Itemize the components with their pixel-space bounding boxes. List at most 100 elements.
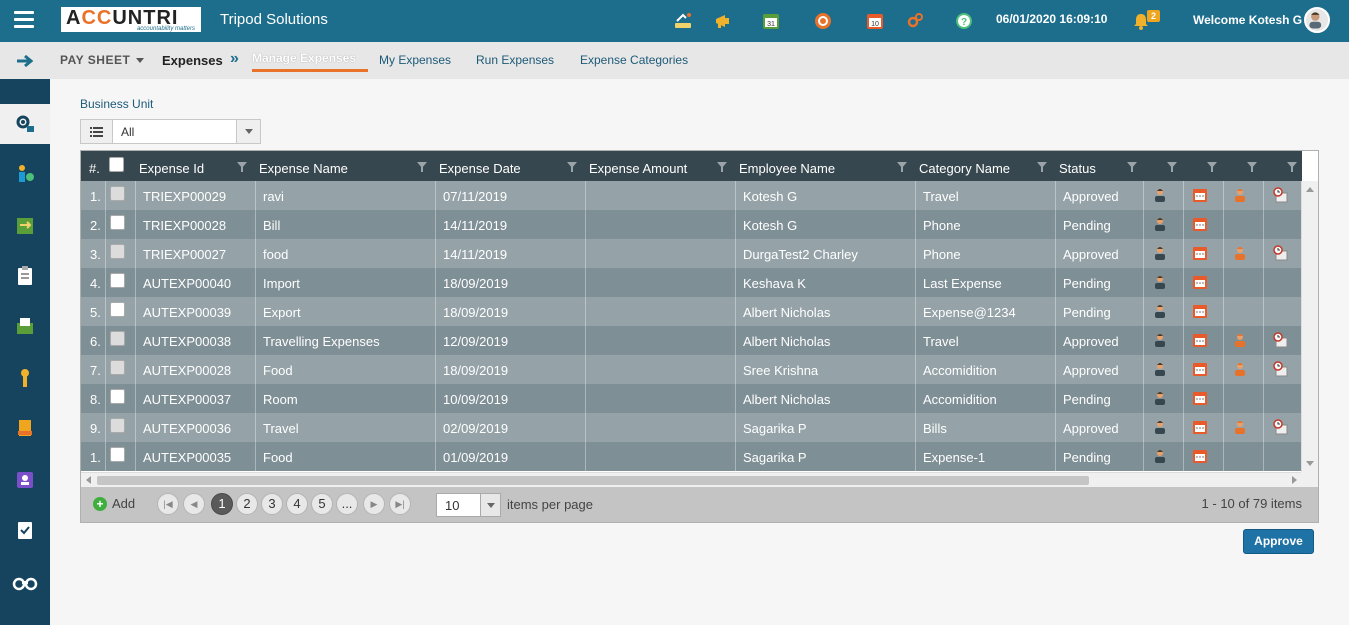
target-icon[interactable] bbox=[812, 10, 834, 32]
row-checkbox[interactable] bbox=[110, 447, 125, 462]
hamburger-menu-icon[interactable] bbox=[14, 11, 34, 29]
page-button-3[interactable]: 3 bbox=[261, 493, 283, 515]
horizontal-scrollbar[interactable] bbox=[81, 472, 1302, 487]
sidebar-item-employee[interactable] bbox=[0, 460, 50, 500]
sidebar-item-search[interactable] bbox=[0, 562, 50, 602]
table-row[interactable]: 9. AUTEXP00036 Travel 02/09/2019 Sagarika PB… bbox=[81, 413, 1302, 442]
announcement-icon[interactable] bbox=[712, 10, 734, 32]
filter-icon[interactable] bbox=[237, 162, 247, 172]
employee-view-icon[interactable] bbox=[1152, 332, 1168, 348]
next-page-button[interactable]: ▶ bbox=[363, 493, 385, 515]
employee-view-icon[interactable] bbox=[1152, 187, 1168, 203]
sidebar-item-clipboard[interactable] bbox=[0, 256, 50, 296]
calendar-icon[interactable] bbox=[1192, 448, 1208, 464]
row-checkbox[interactable] bbox=[110, 418, 125, 433]
row-checkbox[interactable] bbox=[110, 360, 125, 375]
table-row[interactable]: 4. AUTEXP00040 Import 18/09/2019 Keshava K La… bbox=[81, 268, 1302, 297]
calendar-icon[interactable] bbox=[1192, 390, 1208, 406]
employee-view-icon[interactable] bbox=[1152, 419, 1168, 435]
calendar-icon[interactable] bbox=[1192, 274, 1208, 290]
sidebar-item-settings[interactable] bbox=[0, 104, 50, 144]
column-header-expense-amount[interactable]: Expense Amount bbox=[589, 151, 687, 181]
calendar-icon[interactable] bbox=[1192, 419, 1208, 435]
employee-view-icon[interactable] bbox=[1152, 361, 1168, 377]
table-row[interactable]: 5. AUTEXP00039 Export 18/09/2019 Albert Nich… bbox=[81, 297, 1302, 326]
column-header-employee-name[interactable]: Employee Name bbox=[739, 151, 835, 181]
column-header-status[interactable]: Status bbox=[1059, 151, 1096, 181]
tasks-icon[interactable] bbox=[672, 10, 694, 32]
filter-icon[interactable] bbox=[1247, 162, 1257, 172]
employee-view-icon[interactable] bbox=[1152, 274, 1168, 290]
tab-manage-expenses[interactable]: Manage Expenses bbox=[252, 51, 356, 65]
first-page-button[interactable]: |◀ bbox=[157, 493, 179, 515]
employee-view-icon[interactable] bbox=[1152, 303, 1168, 319]
column-header-expense-date[interactable]: Expense Date bbox=[439, 151, 521, 181]
column-header-expense-id[interactable]: Expense Id bbox=[139, 151, 204, 181]
filter-icon[interactable] bbox=[1287, 162, 1297, 172]
filter-icon[interactable] bbox=[1037, 162, 1047, 172]
schedule-icon[interactable]: 10 bbox=[864, 10, 886, 32]
vertical-scrollbar[interactable] bbox=[1301, 181, 1318, 472]
sidebar-expand-button[interactable] bbox=[0, 42, 50, 79]
app-logo[interactable]: ACCUNTRI accountability matters bbox=[61, 7, 201, 32]
settings-gears-icon[interactable] bbox=[904, 10, 926, 32]
employee-view-icon[interactable] bbox=[1152, 390, 1168, 406]
filter-icon[interactable] bbox=[1167, 162, 1177, 172]
sidebar-item-checklist[interactable] bbox=[0, 510, 50, 550]
help-icon[interactable]: ? bbox=[953, 10, 975, 32]
table-row[interactable]: 1. TRIEXP00029 ravi 07/11/2019 Kotesh G Trave… bbox=[81, 181, 1302, 210]
approve-button[interactable]: Approve bbox=[1243, 529, 1314, 554]
page-button-1[interactable]: 1 bbox=[211, 493, 233, 515]
history-icon[interactable] bbox=[1272, 245, 1288, 261]
page-button-4[interactable]: 4 bbox=[286, 493, 308, 515]
business-unit-select[interactable]: All bbox=[80, 119, 261, 144]
filter-icon[interactable] bbox=[897, 162, 907, 172]
tab-run-expenses[interactable]: Run Expenses bbox=[476, 53, 554, 67]
table-row[interactable]: 2. TRIEXP00028 Bill 14/11/2019 Kotesh G Phone… bbox=[81, 210, 1302, 239]
approver-icon[interactable] bbox=[1232, 361, 1248, 377]
last-page-button[interactable]: ▶| bbox=[389, 493, 411, 515]
approver-icon[interactable] bbox=[1232, 332, 1248, 348]
column-header-category-name[interactable]: Category Name bbox=[919, 151, 1010, 181]
sidebar-item-transfer[interactable] bbox=[0, 206, 50, 246]
sidebar-item-expenses[interactable] bbox=[0, 306, 50, 346]
filter-icon[interactable] bbox=[417, 162, 427, 172]
sidebar-item-payroll[interactable] bbox=[0, 154, 50, 194]
column-header-expense-name[interactable]: Expense Name bbox=[259, 151, 348, 181]
approver-icon[interactable] bbox=[1232, 419, 1248, 435]
user-avatar[interactable] bbox=[1304, 7, 1330, 33]
approver-icon[interactable] bbox=[1232, 245, 1248, 261]
table-row[interactable]: 7. AUTEXP00028 Food 18/09/2019 Sree Krishna A… bbox=[81, 355, 1302, 384]
items-per-page-select[interactable]: 10 bbox=[436, 493, 501, 517]
row-checkbox[interactable] bbox=[110, 244, 125, 259]
employee-view-icon[interactable] bbox=[1152, 448, 1168, 464]
previous-page-button[interactable]: ◀ bbox=[183, 493, 205, 515]
history-icon[interactable] bbox=[1272, 361, 1288, 377]
tab-expense-categories[interactable]: Expense Categories bbox=[580, 53, 688, 67]
calendar-icon[interactable] bbox=[1192, 332, 1208, 348]
filter-icon[interactable] bbox=[567, 162, 577, 172]
page-button-more[interactable]: ... bbox=[336, 493, 358, 515]
select-all-checkbox[interactable] bbox=[109, 157, 124, 172]
filter-icon[interactable] bbox=[1207, 162, 1217, 172]
row-checkbox[interactable] bbox=[110, 389, 125, 404]
calendar-icon[interactable] bbox=[1192, 361, 1208, 377]
calendar-icon[interactable]: 31 bbox=[760, 10, 782, 32]
table-row[interactable]: 1. AUTEXP00035 Food 01/09/2019 Sagarika P Exp… bbox=[81, 442, 1302, 471]
sidebar-item-archive[interactable] bbox=[0, 408, 50, 448]
row-checkbox[interactable] bbox=[110, 186, 125, 201]
approver-icon[interactable] bbox=[1232, 187, 1248, 203]
page-button-5[interactable]: 5 bbox=[311, 493, 333, 515]
table-row[interactable]: 6. AUTEXP00038 Travelling Expenses 12/09/20… bbox=[81, 326, 1302, 355]
employee-view-icon[interactable] bbox=[1152, 216, 1168, 232]
chevron-down-icon[interactable] bbox=[236, 120, 260, 143]
page-button-2[interactable]: 2 bbox=[236, 493, 258, 515]
calendar-icon[interactable] bbox=[1192, 187, 1208, 203]
calendar-icon[interactable] bbox=[1192, 216, 1208, 232]
calendar-icon[interactable] bbox=[1192, 245, 1208, 261]
table-row[interactable]: 8. AUTEXP00037 Room 10/09/2019 Albert Nichol… bbox=[81, 384, 1302, 413]
sidebar-item-keys[interactable] bbox=[0, 358, 50, 398]
row-checkbox[interactable] bbox=[110, 273, 125, 288]
add-button[interactable]: + Add bbox=[93, 496, 135, 511]
employee-view-icon[interactable] bbox=[1152, 245, 1168, 261]
